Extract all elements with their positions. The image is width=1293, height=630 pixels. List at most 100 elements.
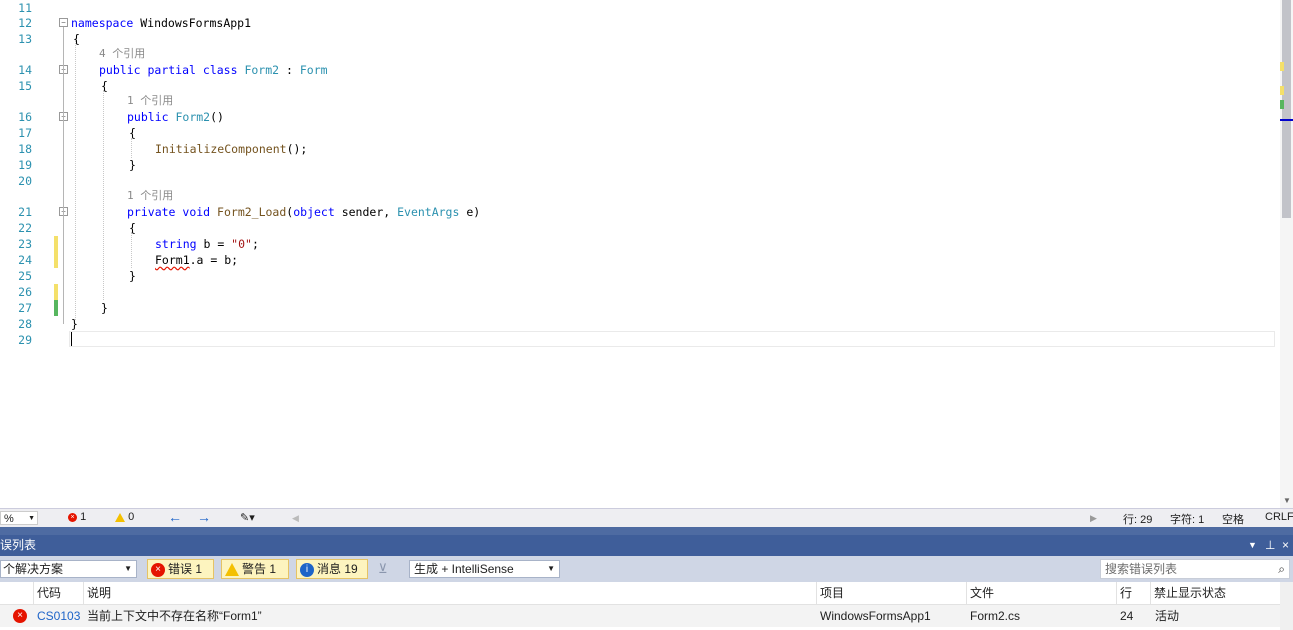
code-text[interactable]: } [101,300,108,316]
line-number: 18 [18,142,32,156]
code-line: 19 } [0,157,1276,173]
code-line: 29 [0,332,1276,348]
nav-forward-icon[interactable]: → [197,510,211,524]
filter-icon[interactable]: ⊻ [378,561,388,577]
code-text[interactable]: private void Form2_Load(object sender, E… [127,204,480,220]
codelens-references[interactable]: 1 个引用 [127,189,173,203]
codelens-references[interactable]: 1 个引用 [127,94,173,108]
column-header-project[interactable]: 项目 [816,582,966,604]
error-description: 当前上下文中不存在名称“Form1” [87,609,262,623]
chevron-down-icon: ▼ [124,564,132,573]
code-text[interactable]: string b = "0"; [155,236,259,252]
chevron-down-icon: ▼ [547,564,555,573]
table-row[interactable]: × CS0103 当前上下文中不存在名称“Form1” WindowsForms… [0,605,1280,627]
eol-indicator[interactable]: CRLF [1265,511,1293,523]
line-number: 17 [18,126,32,140]
error-suppression-state: 活动 [1155,609,1180,623]
column-header-suppression[interactable]: 禁止显示状态 [1150,582,1277,604]
char-indicator: 字符: 1 [1170,514,1205,526]
code-line: 16 public Form2() [0,109,1276,125]
code-text[interactable]: Form1.a = b; [155,252,238,268]
indent-guide [103,90,104,300]
error-project: WindowsFormsApp1 [820,609,931,623]
editor-scrollbar[interactable]: ▼ [1280,0,1293,508]
scope-dropdown[interactable]: 个解决方案 ▼ [0,560,137,578]
code-line: 21 private void Form2_Load(object sender… [0,204,1276,220]
error-list-scrollbar[interactable] [1280,582,1293,630]
warnings-filter-button[interactable]: 警告 1 [221,559,289,579]
error-count[interactable]: × 1 [68,511,86,523]
indent-guide [75,40,76,320]
line-number: 21 [18,205,32,219]
line-number: 19 [18,158,32,172]
change-indicator-saved [54,300,58,316]
scroll-marker [1280,86,1284,95]
panel-splitter[interactable] [0,527,1293,535]
brush-icon[interactable]: ✎▾ [240,511,255,524]
error-icon: × [151,562,165,577]
pin-icon[interactable]: ⊥ [1265,535,1275,556]
code-text[interactable]: namespace WindowsFormsApp1 [71,15,251,31]
code-editor[interactable]: 11 12 namespace WindowsFormsApp1 13 { 4 … [0,0,1280,508]
column-header-description[interactable]: 说明 [83,582,816,604]
code-text[interactable]: InitializeComponent(); [155,141,307,157]
column-header-file[interactable]: 文件 [966,582,1116,604]
line-number: 15 [18,79,32,93]
indent-guide [131,232,132,268]
error-code-link[interactable]: CS0103 [34,605,80,627]
code-text[interactable]: } [129,157,136,173]
error-list-titlebar: 误列表 ▼ ⊥ × [0,535,1293,556]
line-number: 28 [18,317,32,331]
code-line: 11 [0,0,1276,16]
line-number: 12 [18,16,32,30]
errors-filter-button[interactable]: × 错误 1 [147,559,214,579]
line-number: 22 [18,221,32,235]
code-line: 20 [0,173,1276,189]
scroll-right-icon[interactable]: ▶ [1090,513,1097,524]
messages-filter-button[interactable]: i 消息 19 [296,559,368,579]
error-line: 24 [1120,609,1134,623]
code-line: 13 { [0,31,1276,47]
code-line: 17 { [0,125,1276,141]
codelens-references[interactable]: 4 个引用 [99,47,145,61]
chevron-down-icon[interactable]: ▼ [1283,496,1291,505]
search-input[interactable]: 搜索错误列表 ⌕ [1100,559,1290,579]
whitespace-indicator[interactable]: 空格 [1222,511,1244,527]
line-number: 24 [18,253,32,267]
error-icon: × [68,512,77,522]
error-icon: × [13,609,27,623]
code-line: 22 { [0,220,1276,236]
scrollbar-thumb[interactable] [1282,0,1291,218]
code-text[interactable]: public Form2() [127,109,224,125]
collapse-minus-icon[interactable]: − [59,18,68,27]
chevron-down-icon[interactable]: ▼ [1248,535,1257,556]
zoom-dropdown[interactable]: % ▼ [0,511,38,525]
code-line: 23 string b = "0"; [0,236,1276,252]
column-header-code[interactable]: 代码 [33,582,83,604]
code-text[interactable]: } [129,268,136,284]
caret-position-marker [1280,119,1293,121]
text-caret [71,332,72,346]
scroll-left-icon[interactable]: ◀ [292,513,299,524]
outline-line [63,27,64,324]
code-text[interactable]: public partial class Form2 : Form [99,62,328,78]
close-icon[interactable]: × [1282,535,1289,556]
nav-back-icon[interactable]: ← [168,510,182,524]
code-line: 18 InitializeComponent(); [0,141,1276,157]
line-number: 20 [18,174,32,188]
indent-guide [131,138,132,158]
warning-icon [115,512,125,522]
error-squiggle[interactable]: Form1 [155,253,190,267]
error-list-table: 代码 说明 项目 文件 行 禁止显示状态 × CS0103 当前上下文中不存在名… [0,582,1293,630]
line-number: 23 [18,237,32,251]
code-line: 12 namespace WindowsFormsApp1 [0,15,1276,31]
code-line: 24 Form1.a = b; [0,252,1276,268]
column-header-line[interactable]: 行 [1116,582,1150,604]
scroll-marker [1280,62,1284,71]
line-number: 27 [18,301,32,315]
warning-count[interactable]: 0 [115,511,134,523]
change-indicator-unsaved [54,236,58,268]
build-filter-dropdown[interactable]: 生成 + IntelliSense ▼ [409,560,560,578]
code-line: 28 } [0,316,1276,332]
panel-title: 误列表 [0,538,37,552]
